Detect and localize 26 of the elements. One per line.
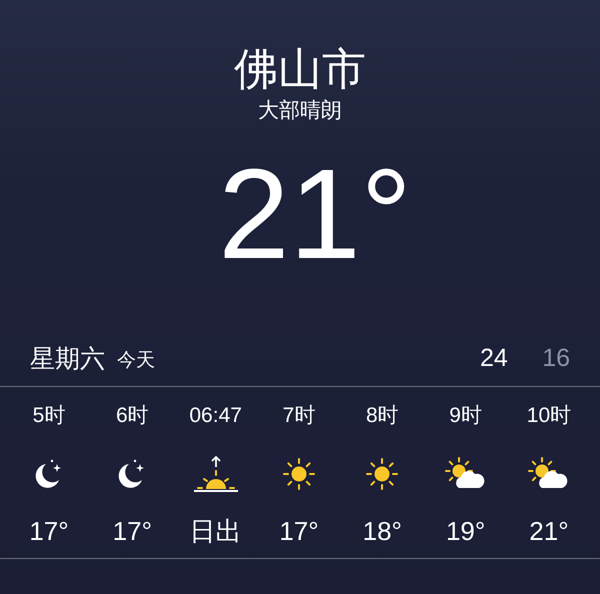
- hour-temperature: 日出: [190, 515, 242, 547]
- hour-label: 8时: [366, 403, 399, 429]
- hour-temperature: 17°: [112, 515, 152, 547]
- city-name: 佛山市: [234, 44, 366, 96]
- hour-temperature: 19°: [446, 515, 486, 547]
- hour-temperature: 18°: [362, 515, 402, 547]
- high-temperature: 24: [480, 344, 509, 372]
- sun-icon: [282, 457, 316, 491]
- weather-condition: 大部晴朗: [258, 98, 342, 124]
- sun-icon: [365, 457, 400, 491]
- low-temperature: 16: [541, 344, 570, 372]
- weekday: 星期六: [30, 344, 105, 374]
- sun-cloud-icon: [444, 457, 487, 491]
- hour-label: 7时: [282, 403, 316, 429]
- hour-label: 10时: [526, 403, 572, 429]
- hour-label: 6时: [116, 403, 149, 429]
- current-temperature: 21°: [217, 150, 412, 280]
- hour-label: 5时: [32, 403, 66, 429]
- sunrise-icon: [192, 455, 239, 493]
- hour-label: 9时: [449, 403, 482, 429]
- sun-cloud-icon: [528, 457, 570, 491]
- hour-temperature: 17°: [29, 515, 69, 547]
- today-label: 今天: [117, 348, 155, 372]
- hour-label: 06:47: [189, 403, 242, 429]
- hour-temperature: 21°: [529, 515, 569, 547]
- hour-temperature: 17°: [279, 515, 319, 547]
